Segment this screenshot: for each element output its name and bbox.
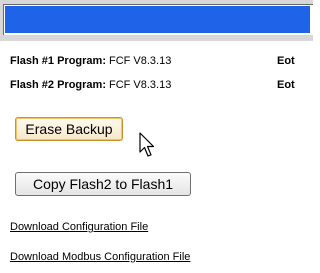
flash-1-program-label: Flash #1 Program:	[10, 55, 106, 67]
erase-backup-button[interactable]: Erase Backup	[15, 117, 123, 141]
flash-1-extra-text: Eot	[277, 55, 295, 67]
download-configuration-file-link[interactable]: Download Configuration File	[10, 221, 148, 233]
flash-1-program-row: Flash #1 Program: FCF V8.3.13	[10, 55, 171, 67]
copy-flash2-to-flash1-button[interactable]: Copy Flash2 to Flash1	[15, 172, 191, 196]
download-modbus-configuration-file-link[interactable]: Download Modbus Configuration File	[10, 251, 190, 263]
flash-management-page: Flash #1 Program: FCF V8.3.13 Eot Flash #…	[0, 0, 313, 273]
mouse-pointer-icon	[139, 132, 155, 157]
flash-2-program-row: Flash #2 Program: FCF V8.3.13	[10, 79, 171, 91]
flash-2-extra-text: Eot	[277, 79, 295, 91]
flash-1-program-value: FCF V8.3.13	[108, 55, 172, 67]
progress-panel	[0, 0, 313, 41]
flash-2-program-value: FCF V8.3.13	[108, 79, 172, 91]
flash-2-program-label: Flash #2 Program:	[10, 79, 106, 91]
progress-bar-fill	[5, 6, 310, 33]
